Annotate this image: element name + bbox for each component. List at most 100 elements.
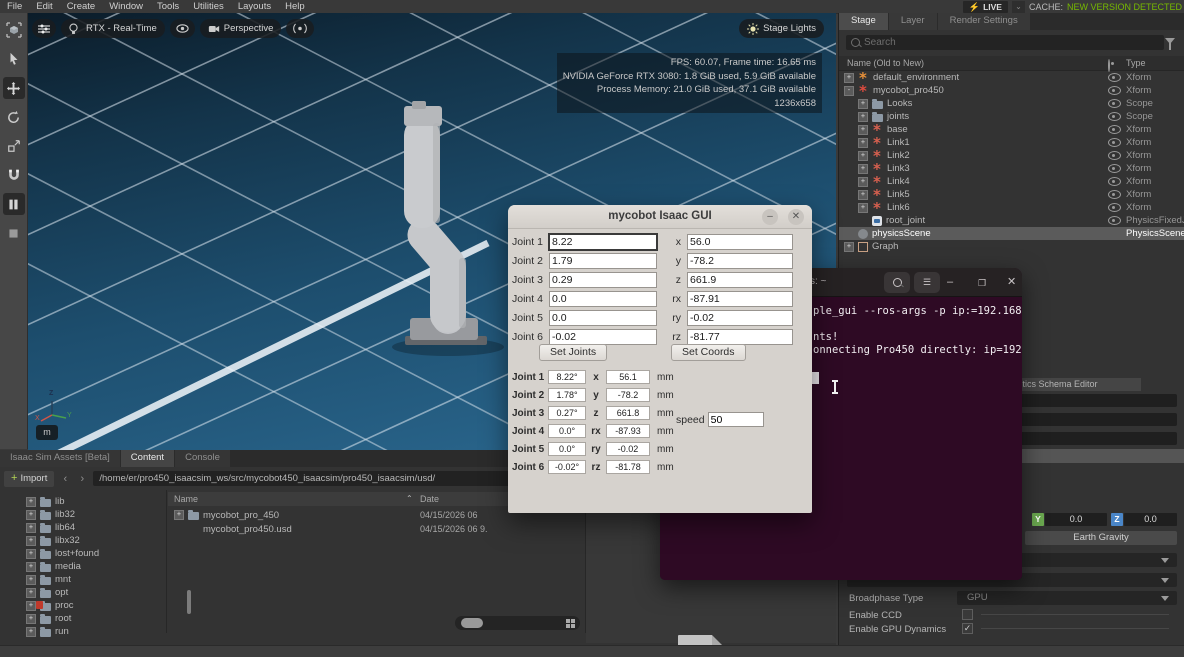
joint-input[interactable]	[549, 234, 657, 250]
column-date[interactable]: Date	[420, 494, 439, 504]
expand-toggle[interactable]: +	[858, 125, 868, 135]
joint-input[interactable]	[549, 329, 657, 345]
file-name[interactable]: mycobot_pro_450	[203, 510, 279, 521]
rotate-tool-button[interactable]	[3, 106, 25, 128]
grid-view-icon[interactable]	[566, 619, 575, 628]
visibility-button[interactable]	[170, 19, 195, 38]
panel-tab[interactable]: Console	[175, 450, 230, 467]
stage-tree-header[interactable]: Name (Old to New) Type	[839, 56, 1184, 71]
slider-handle[interactable]	[461, 618, 483, 628]
stage-tree-row[interactable]: + Graph	[839, 240, 1184, 253]
renderer-selector[interactable]: RTX - Real-Time	[61, 19, 165, 38]
expand-toggle[interactable]: +	[26, 601, 36, 611]
visibility-eye-icon[interactable]	[1108, 125, 1121, 134]
panel-tab[interactable]: Render Settings	[938, 13, 1030, 30]
expand-toggle[interactable]: +	[858, 177, 868, 187]
set-coords-button[interactable]: Set Coords	[671, 344, 746, 361]
stage-tree-row[interactable]: root_joint PhysicsFixedJoi	[839, 214, 1184, 227]
panel-tab[interactable]: Layer	[889, 13, 937, 30]
expand-toggle[interactable]: +	[858, 151, 868, 161]
expand-toggle[interactable]: +	[26, 497, 36, 507]
prim-name[interactable]: physicsScene	[872, 228, 931, 239]
expand-toggle[interactable]: +	[26, 523, 36, 533]
expand-toggle[interactable]: +	[844, 242, 854, 252]
visibility-eye-icon[interactable]	[1108, 203, 1121, 212]
folder-name[interactable]: libx32	[55, 535, 80, 546]
menu-item[interactable]: Tools	[150, 0, 186, 13]
coord-input[interactable]	[687, 310, 793, 326]
menu-item[interactable]: Layouts	[231, 0, 278, 13]
expand-toggle[interactable]: +	[174, 510, 184, 520]
column-name[interactable]: Name (Old to New)	[847, 58, 924, 68]
stage-tree-row[interactable]: physicsScene PhysicsScene	[839, 227, 1184, 240]
prim-name[interactable]: Link1	[887, 137, 910, 148]
visibility-eye-icon[interactable]	[1108, 73, 1121, 82]
expand-toggle[interactable]: +	[26, 614, 36, 624]
file-row[interactable]: mycobot_pro450.usd 04/15/2026 06 9.	[168, 522, 585, 536]
menu-item[interactable]: Utilities	[186, 0, 231, 13]
stage-tree-row[interactable]: + base Xform	[839, 123, 1184, 136]
enable-ccd-checkbox[interactable]	[962, 609, 973, 620]
expand-toggle[interactable]: +	[858, 203, 868, 213]
folder-name[interactable]: lib32	[55, 509, 75, 520]
expand-toggle[interactable]: -	[844, 86, 854, 96]
prim-name[interactable]: Link4	[887, 176, 910, 187]
prim-name[interactable]: root_joint	[886, 215, 925, 226]
prim-name[interactable]: base	[887, 124, 908, 135]
thumbnail-size-slider[interactable]	[455, 616, 580, 630]
file-tree-item[interactable]: + root	[0, 612, 166, 625]
visibility-eye-icon[interactable]	[1108, 86, 1121, 95]
expand-toggle[interactable]: +	[26, 627, 36, 637]
prim-name[interactable]: Graph	[872, 241, 898, 252]
stage-tree-row[interactable]: + Link6 Xform	[839, 201, 1184, 214]
visibility-eye-icon[interactable]	[1108, 99, 1121, 108]
broadphase-dropdown[interactable]: GPU	[957, 591, 1177, 605]
menu-item[interactable]: File	[0, 0, 29, 13]
expand-toggle[interactable]: +	[844, 73, 854, 83]
menu-item[interactable]: Help	[278, 0, 312, 13]
prim-name[interactable]: mycobot_pro450	[873, 85, 944, 96]
expand-toggle[interactable]: +	[858, 190, 868, 200]
enable-gpu-dynamics-checkbox[interactable]	[962, 623, 973, 634]
import-button[interactable]: + Import	[4, 471, 54, 487]
move-tool-button[interactable]	[3, 77, 25, 99]
folder-name[interactable]: opt	[55, 587, 68, 598]
visibility-eye-icon[interactable]	[1108, 177, 1121, 186]
earth-gravity-button[interactable]: Earth Gravity	[1025, 531, 1177, 545]
stage-tree-row[interactable]: + Link2 Xform	[839, 149, 1184, 162]
sort-ascending-icon[interactable]: ⌃	[406, 494, 413, 503]
joint-input[interactable]	[549, 291, 657, 307]
stage-tree-row[interactable]: + joints Scope	[839, 110, 1184, 123]
panel-tab[interactable]: Isaac Sim Assets [Beta]	[0, 450, 120, 467]
menu-item[interactable]: Edit	[29, 0, 59, 13]
file-tree-item[interactable]: + run	[0, 625, 166, 638]
visibility-eye-icon[interactable]	[1108, 112, 1121, 121]
filter-icon[interactable]	[1165, 38, 1175, 44]
stage-tree-row[interactable]: + Looks Scope	[839, 97, 1184, 110]
prim-name[interactable]: Link3	[887, 163, 910, 174]
speed-input[interactable]	[708, 412, 764, 427]
joint-input[interactable]	[549, 272, 657, 288]
visibility-eye-icon[interactable]	[1108, 164, 1121, 173]
expand-toggle[interactable]: +	[26, 549, 36, 559]
file-tree-item[interactable]: + opt	[0, 586, 166, 599]
viewport-settings-button[interactable]	[32, 19, 56, 38]
maximize-icon[interactable]: ❐	[978, 276, 986, 290]
minimize-button[interactable]: –	[762, 209, 778, 225]
file-tree-item[interactable]: + lost+found	[0, 547, 166, 560]
file-tree-item[interactable]: + libx32	[0, 534, 166, 547]
expand-toggle[interactable]: +	[26, 588, 36, 598]
expand-toggle[interactable]: +	[858, 164, 868, 174]
back-button[interactable]: ‹	[59, 473, 71, 485]
coord-input[interactable]	[687, 234, 793, 250]
semantics-schema-editor-tab[interactable]: mantics Schema Editor	[1001, 378, 1141, 391]
stage-lights-button[interactable]: Stage Lights	[739, 19, 824, 38]
folder-name[interactable]: lib64	[55, 522, 75, 533]
expand-toggle[interactable]: +	[858, 99, 868, 109]
stage-tree-row[interactable]: + Link4 Xform	[839, 175, 1184, 188]
live-badge[interactable]: ⚡ LIVE	[963, 1, 1008, 13]
stage-tree-row[interactable]: + Link5 Xform	[839, 188, 1184, 201]
expand-toggle[interactable]: +	[26, 575, 36, 585]
visibility-eye-icon[interactable]	[1108, 190, 1121, 199]
expand-toggle[interactable]: +	[26, 510, 36, 520]
